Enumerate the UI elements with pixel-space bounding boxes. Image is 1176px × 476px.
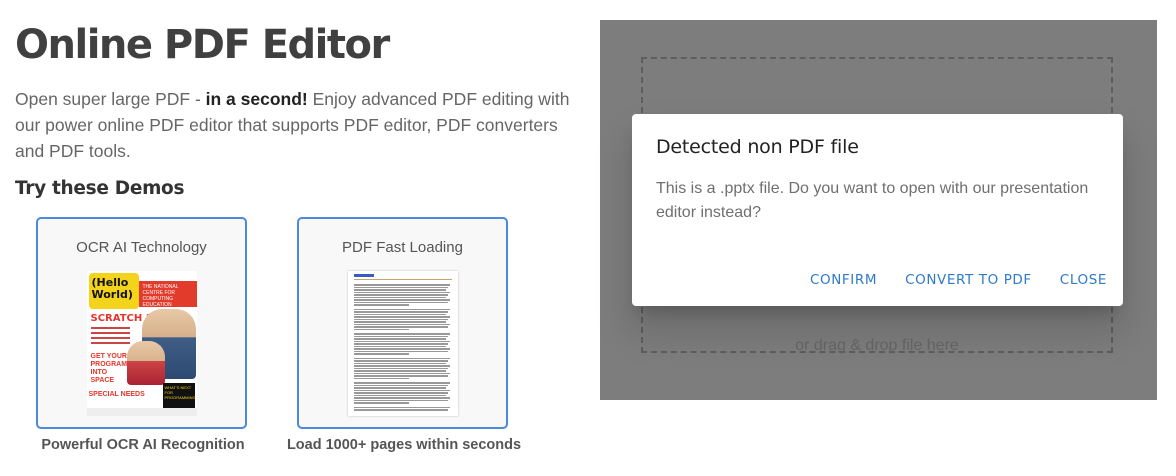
document-text-line — [353, 284, 450, 286]
document-text-line — [353, 402, 409, 404]
close-button[interactable]: CLOSE — [1050, 266, 1117, 294]
dialog-actions: CONFIRM CONVERT TO PDF CLOSE — [800, 266, 1117, 294]
document-text-line — [353, 357, 450, 359]
document-text-line — [353, 397, 450, 399]
document-text-line — [353, 389, 450, 391]
drop-hint: or drag & drop file here — [795, 337, 959, 354]
document-text-line — [353, 345, 446, 347]
document-text-line — [353, 343, 448, 345]
document-heading-mark — [353, 274, 374, 277]
document-page-thumbnail — [347, 271, 458, 416]
document-text-line — [353, 335, 448, 337]
demo-card-caption: Load 1000+ pages within seconds — [286, 437, 522, 453]
document-text-line — [353, 304, 409, 306]
document-text-line — [353, 360, 448, 362]
document-text-line — [353, 365, 450, 367]
document-text-line — [353, 375, 448, 377]
document-text-line — [353, 311, 448, 313]
document-text-line — [353, 387, 446, 389]
intro-text: Open super large PDF - in a second! Enjo… — [15, 86, 575, 164]
document-text-line — [353, 394, 446, 396]
magazine-program-text: GET YOUR PROGRAM INTO SPACE — [90, 353, 128, 384]
document-text-line — [353, 323, 450, 325]
document-text-line — [353, 301, 448, 303]
document-text-line — [353, 377, 409, 379]
document-text-line — [353, 382, 450, 384]
document-text-line — [353, 316, 450, 318]
dialog-message: This is a .pptx file. Do you want to ope… — [656, 180, 1089, 221]
document-text-line — [353, 353, 409, 355]
intro-bold: in a second! — [205, 89, 308, 109]
document-text-line — [353, 286, 448, 288]
magazine-bullets — [90, 327, 135, 347]
document-text-line — [353, 289, 446, 291]
document-text-line — [353, 350, 448, 352]
magazine-logo: (Hello World) — [88, 273, 139, 309]
document-text-line — [353, 294, 448, 296]
document-text-line — [353, 409, 448, 411]
demo-card-ocr[interactable]: OCR AI Technology (Hello World) THE NATI… — [36, 217, 247, 453]
document-text-line — [353, 291, 450, 293]
document-text-line — [353, 392, 448, 394]
document-text-line — [353, 328, 409, 330]
document-text-line — [353, 362, 446, 364]
document-text-line — [353, 384, 448, 386]
demo-card-fast-loading[interactable]: PDF Fast Loading Load 1000+ pages within… — [287, 217, 521, 453]
magazine-promo: WHAT'S NEXT FOR PROGRAMMING — [162, 383, 196, 409]
document-text-line — [353, 406, 450, 408]
document-text-line — [353, 338, 446, 340]
document-text-line — [353, 321, 446, 323]
document-text-line — [353, 399, 448, 401]
magazine-photo-child — [126, 341, 165, 385]
document-text-line — [353, 308, 450, 310]
magazine-special: SPECIAL NEEDS — [88, 391, 145, 398]
document-text-line — [353, 299, 450, 301]
document-text-line — [353, 296, 446, 298]
page-title: Online PDF Editor — [15, 22, 390, 68]
magazine-footer — [86, 408, 197, 416]
document-text-line — [353, 367, 448, 369]
document-rule — [353, 279, 452, 280]
intro-start: Open super large PDF - — [15, 89, 206, 109]
document-text-line — [353, 333, 450, 335]
document-text-line — [353, 313, 446, 315]
document-text-line — [353, 318, 448, 320]
demo-card-title: PDF Fast Loading — [342, 239, 463, 256]
document-text-line — [353, 348, 450, 350]
document-text-line — [353, 372, 450, 374]
demo-card-title: OCR AI Technology — [76, 239, 207, 256]
magazine-band: THE NATIONAL CENTRE FOR COMPUTING EDUCAT… — [138, 281, 197, 308]
document-text-line — [353, 340, 450, 342]
confirm-button[interactable]: CONFIRM — [800, 266, 887, 294]
document-text-line — [353, 370, 446, 372]
demo-card-caption: Powerful OCR AI Recognition — [41, 437, 245, 453]
magazine-cover-thumbnail: (Hello World) THE NATIONAL CENTRE FOR CO… — [86, 271, 197, 416]
demos-heading: Try these Demos — [15, 178, 185, 199]
non-pdf-dialog: Detected non PDF file This is a .pptx fi… — [632, 114, 1123, 306]
dialog-title: Detected non PDF file — [656, 136, 859, 158]
document-text-line — [353, 326, 448, 328]
convert-to-pdf-button[interactable]: CONVERT TO PDF — [895, 266, 1042, 294]
